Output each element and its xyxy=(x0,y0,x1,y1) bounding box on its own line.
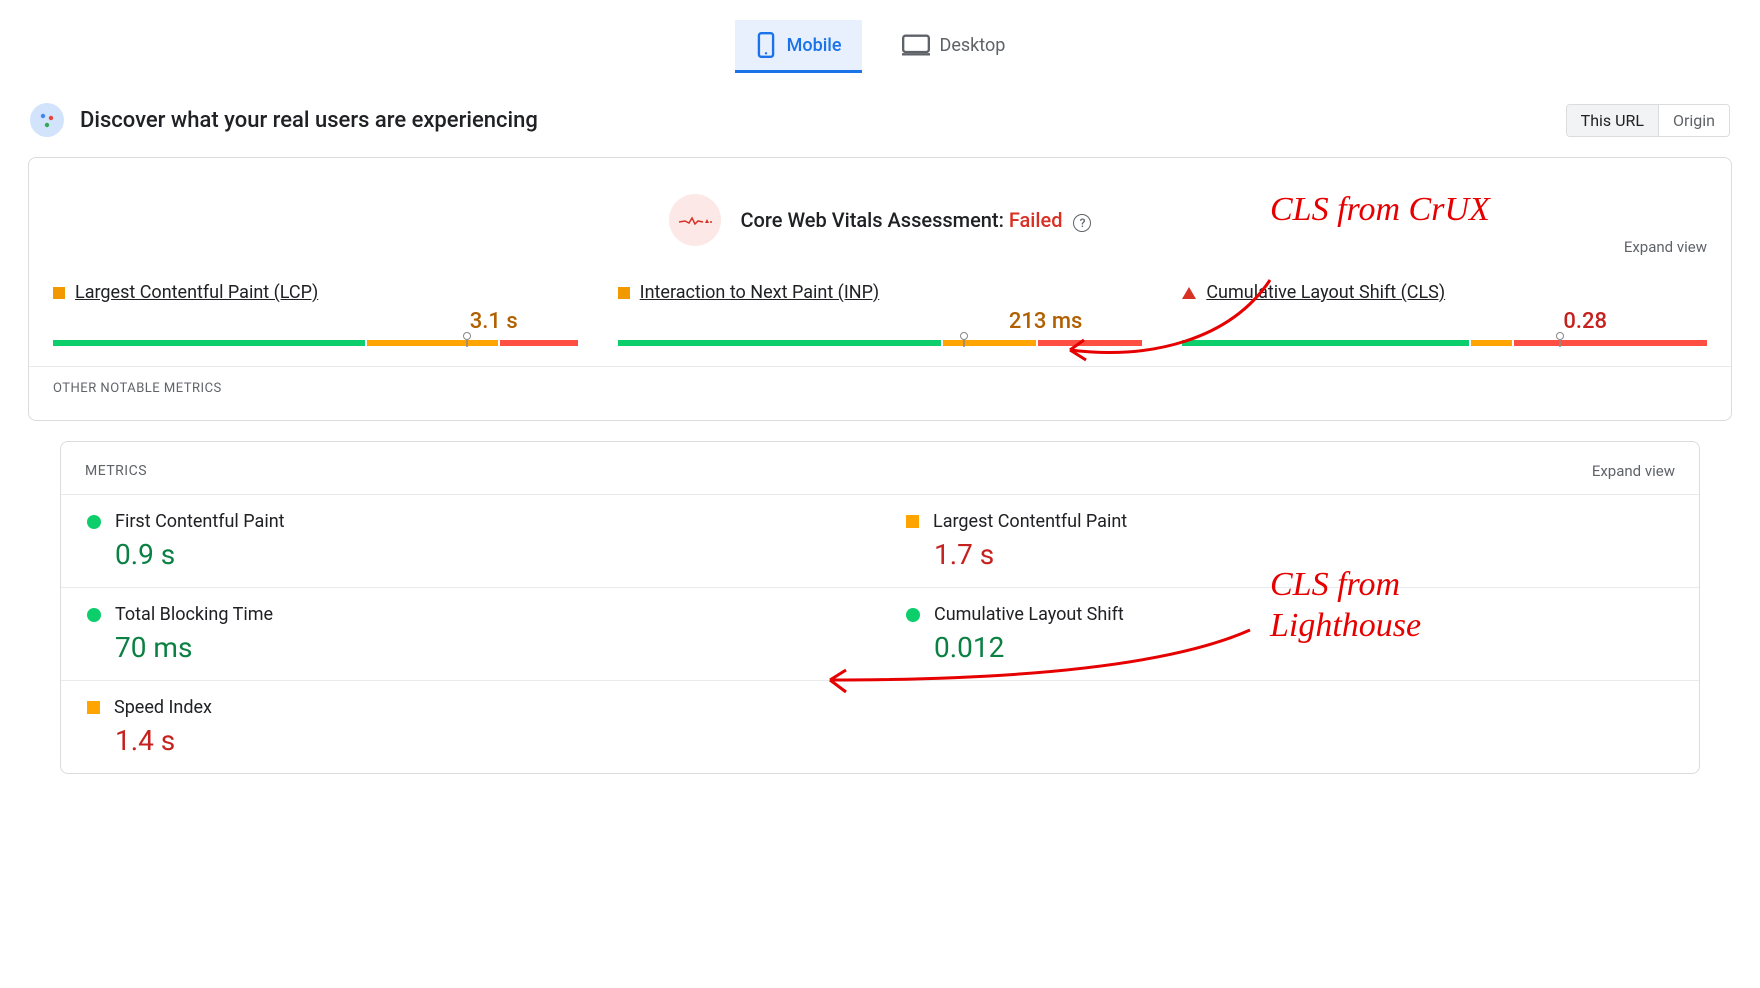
cwv-title-prefix: Core Web Vitals Assessment: xyxy=(741,208,1009,232)
cwv-metrics-row: Largest Contentful Paint (LCP) 3.1 s Int… xyxy=(29,254,1731,367)
inp-bar xyxy=(618,340,1143,346)
lh-cls-label: Cumulative Layout Shift xyxy=(934,604,1124,625)
lh-empty xyxy=(880,681,1699,773)
fcp-label: First Contentful Paint xyxy=(115,511,285,532)
lh-expand-link[interactable]: Expand view xyxy=(1592,462,1675,480)
expand-view-link[interactable]: Expand view xyxy=(1624,238,1707,256)
cls-label[interactable]: Cumulative Layout Shift (CLS) xyxy=(1206,282,1445,303)
help-icon[interactable]: ? xyxy=(1073,214,1091,232)
desktop-icon xyxy=(902,34,930,56)
si-label: Speed Index xyxy=(114,697,212,718)
lh-lcp-label: Largest Contentful Paint xyxy=(933,511,1127,532)
annotation-crux: CLS from CrUX xyxy=(1270,190,1490,231)
header-row: Discover what your real users are experi… xyxy=(0,73,1760,157)
lh-si: Speed Index 1.4 s xyxy=(61,681,880,773)
lh-cls-status-icon xyxy=(906,608,920,622)
tbt-value: 70 ms xyxy=(87,631,860,664)
cls-value: 0.28 xyxy=(1182,309,1707,334)
lh-tbt: Total Blocking Time 70 ms xyxy=(61,588,880,681)
scope-this-url[interactable]: This URL xyxy=(1567,105,1659,136)
page-title: Discover what your real users are experi… xyxy=(80,108,538,133)
fcp-value: 0.9 s xyxy=(87,538,860,571)
lh-title: METRICS xyxy=(85,463,147,479)
lcp-label[interactable]: Largest Contentful Paint (LCP) xyxy=(75,282,318,303)
tbt-label: Total Blocking Time xyxy=(115,604,273,625)
failed-icon xyxy=(669,194,721,246)
lcp-bar xyxy=(53,340,578,346)
metric-inp: Interaction to Next Paint (INP) 213 ms xyxy=(618,282,1143,346)
metric-lcp: Largest Contentful Paint (LCP) 3.1 s xyxy=(53,282,578,346)
annotation-lighthouse: CLS from Lighthouse xyxy=(1270,565,1510,647)
other-metrics-label: OTHER NOTABLE METRICS xyxy=(29,367,1731,420)
tab-desktop[interactable]: Desktop xyxy=(882,20,1026,73)
tab-desktop-label: Desktop xyxy=(940,35,1006,56)
inp-status-icon xyxy=(618,287,630,299)
discover-icon xyxy=(30,103,64,137)
mobile-icon xyxy=(755,32,777,58)
cls-status-icon xyxy=(1182,287,1196,299)
tbt-status-icon xyxy=(87,608,101,622)
cls-bar xyxy=(1182,340,1707,346)
lh-lcp-status-icon xyxy=(906,515,919,528)
lh-header: METRICS Expand view xyxy=(61,442,1699,495)
si-status-icon xyxy=(87,701,100,714)
fcp-status-icon xyxy=(87,515,101,529)
cwv-status: Failed xyxy=(1009,208,1063,232)
inp-label[interactable]: Interaction to Next Paint (INP) xyxy=(640,282,880,303)
cwv-title: Core Web Vitals Assessment: Failed ? xyxy=(741,208,1092,232)
inp-value: 213 ms xyxy=(618,309,1143,334)
device-tabs: Mobile Desktop xyxy=(0,0,1760,73)
metric-cls: Cumulative Layout Shift (CLS) 0.28 xyxy=(1182,282,1707,346)
lh-fcp: First Contentful Paint 0.9 s xyxy=(61,495,880,588)
tab-mobile-label: Mobile xyxy=(787,35,842,56)
scope-origin[interactable]: Origin xyxy=(1659,105,1729,136)
si-value: 1.4 s xyxy=(87,724,860,757)
lcp-status-icon xyxy=(53,287,65,299)
scope-toggle: This URL Origin xyxy=(1566,104,1730,137)
lcp-value: 3.1 s xyxy=(53,309,578,334)
tab-mobile[interactable]: Mobile xyxy=(735,20,862,73)
